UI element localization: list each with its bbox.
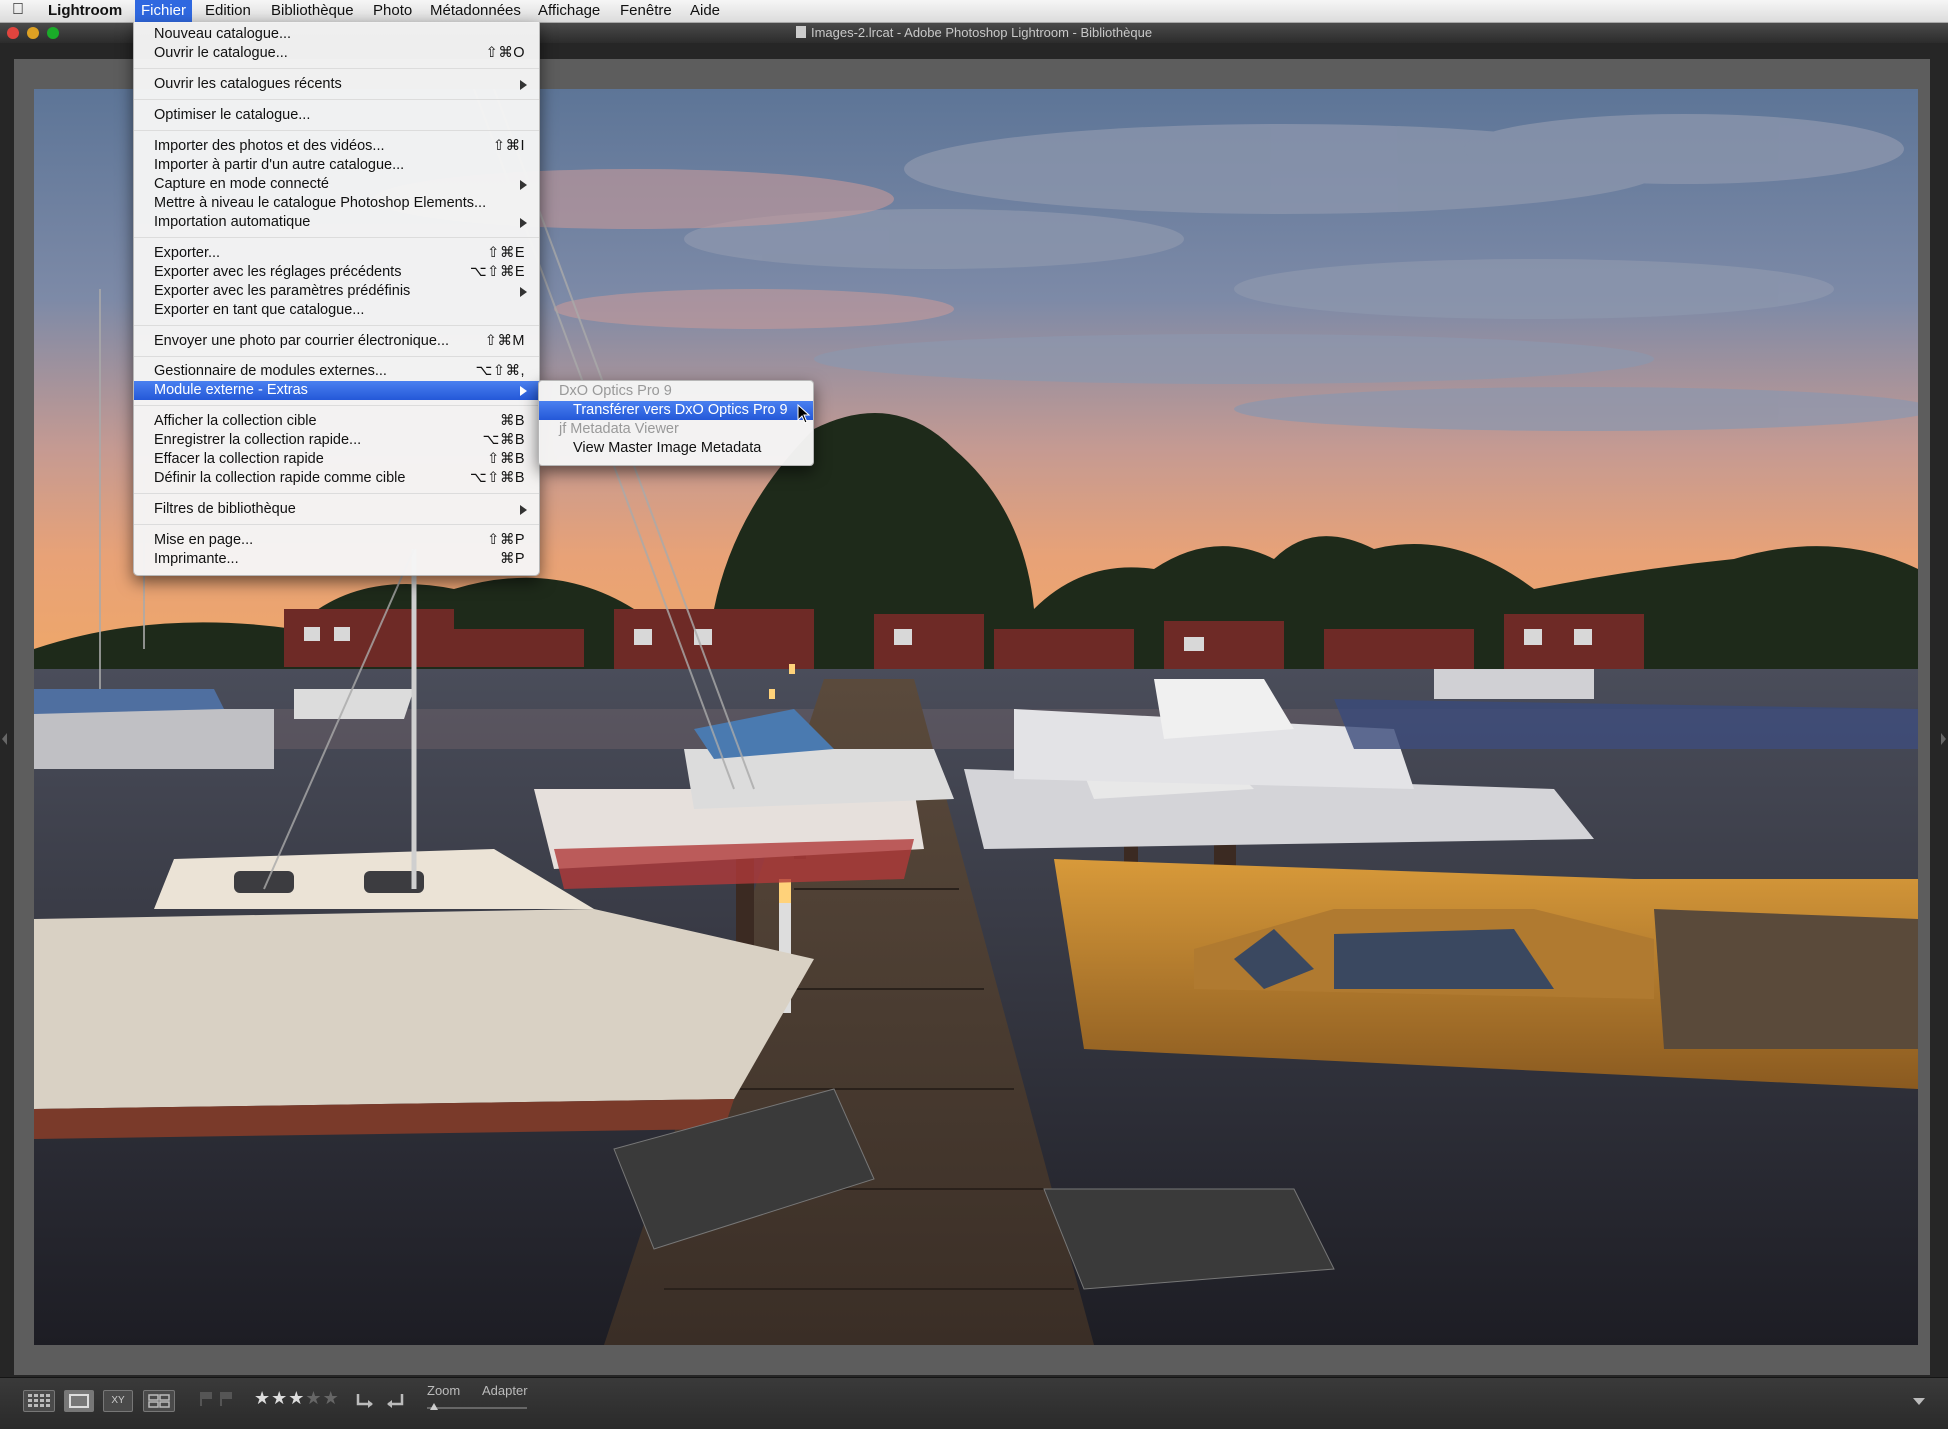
menu-item-ouvrir-catalogue[interactable]: Ouvrir le catalogue... ⇧⌘O	[134, 44, 539, 63]
rotate-right-icon[interactable]	[384, 1390, 406, 1410]
toolbar-content-dropdown-icon[interactable]	[1913, 1398, 1925, 1405]
menu-item-module-externe-extras[interactable]: Module externe - Extras	[134, 381, 539, 400]
submenu-item-transferer-dxo[interactable]: Transférer vers DxO Optics Pro 9	[539, 401, 813, 420]
grid-view-button[interactable]	[23, 1390, 55, 1412]
menu-separator	[134, 524, 539, 525]
submenu-arrow-icon	[520, 80, 527, 90]
zoom-fit-label[interactable]: Adapter	[482, 1383, 528, 1398]
menu-edition[interactable]: Edition	[199, 0, 257, 22]
menu-bibliotheque[interactable]: Bibliothèque	[265, 0, 360, 22]
survey-view-button[interactable]	[143, 1390, 175, 1412]
submenu-arrow-icon	[520, 386, 527, 396]
menu-item-exporter-parametres-predefinis[interactable]: Exporter avec les paramètres prédéfinis	[134, 282, 539, 301]
menu-separator	[134, 99, 539, 100]
loupe-view-button[interactable]	[64, 1390, 94, 1412]
submenu-arrow-icon	[520, 180, 527, 190]
rotate-left-icon[interactable]	[354, 1390, 376, 1410]
apple-icon[interactable]: 	[12, 1, 24, 19]
star-icon[interactable]: ★	[323, 1388, 340, 1408]
left-panel-toggle-icon[interactable]	[2, 733, 7, 745]
menu-fenetre[interactable]: Fenêtre	[614, 0, 678, 22]
menu-affichage[interactable]: Affichage	[532, 0, 606, 22]
zoom-label: Zoom	[427, 1383, 461, 1398]
menu-item-nouveau-catalogue[interactable]: Nouveau catalogue...	[134, 25, 539, 44]
flag-icon[interactable]	[198, 1390, 238, 1408]
document-icon	[795, 26, 806, 38]
zoom-slider-track[interactable]	[427, 1407, 527, 1409]
menu-item-importation-automatique[interactable]: Importation automatique	[134, 213, 539, 232]
menu-item-filtres-bibliotheque[interactable]: Filtres de bibliothèque	[134, 500, 539, 519]
menu-item-importer-photos[interactable]: Importer des photos et des vidéos... ⇧⌘I	[134, 137, 539, 156]
menu-item-optimiser-catalogue[interactable]: Optimiser le catalogue...	[134, 106, 539, 125]
star-icon[interactable]: ★	[288, 1388, 305, 1408]
star-rating[interactable]: ★★★★★	[254, 1388, 340, 1409]
right-panel-toggle-icon[interactable]	[1941, 733, 1946, 745]
menu-item-catalogues-recents[interactable]: Ouvrir les catalogues récents	[134, 75, 539, 94]
submenu-header-jf-metadata: jf Metadata Viewer	[559, 421, 679, 437]
menu-item-envoyer-courrier[interactable]: Envoyer une photo par courrier électroni…	[134, 332, 539, 351]
menu-separator	[134, 130, 539, 131]
menu-item-capture-mode-connecte[interactable]: Capture en mode connecté	[134, 175, 539, 194]
menu-separator	[134, 356, 539, 357]
submenu-item-view-master-metadata[interactable]: View Master Image Metadata	[539, 439, 813, 458]
submenu-arrow-icon	[520, 218, 527, 228]
grid-icon	[28, 1394, 50, 1407]
compare-view-button[interactable]: XY	[103, 1390, 133, 1412]
menu-item-importer-autre-catalogue[interactable]: Importer à partir d'un autre catalogue..…	[134, 156, 539, 175]
star-icon[interactable]: ★	[271, 1388, 288, 1408]
menu-item-imprimante[interactable]: Imprimante... ⌘P	[134, 550, 539, 569]
zoom-slider-handle[interactable]	[430, 1403, 438, 1410]
menu-separator	[134, 493, 539, 494]
menu-item-mise-en-page[interactable]: Mise en page... ⇧⌘P	[134, 531, 539, 550]
menu-separator	[134, 237, 539, 238]
submenu-arrow-icon	[520, 287, 527, 297]
star-icon[interactable]: ★	[305, 1388, 322, 1408]
menu-metadonnees[interactable]: Métadonnées	[424, 0, 527, 22]
menu-separator	[134, 405, 539, 406]
plugin-extras-submenu: DxO Optics Pro 9 Transférer vers DxO Opt…	[538, 380, 814, 466]
menu-item-enregistrer-collection-rapide[interactable]: Enregistrer la collection rapide... ⌥⌘B	[134, 431, 539, 450]
menu-photo[interactable]: Photo	[367, 0, 418, 22]
loupe-icon	[69, 1394, 89, 1408]
menu-bar:  Lightroom Fichier Edition Bibliothèque…	[0, 0, 1948, 23]
menu-item-gestionnaire-modules[interactable]: Gestionnaire de modules externes... ⌥⇧⌘,	[134, 362, 539, 381]
menu-separator	[134, 68, 539, 69]
menu-app-lightroom[interactable]: Lightroom	[42, 0, 128, 22]
menu-fichier[interactable]: Fichier	[135, 0, 193, 22]
menu-item-effacer-collection-rapide[interactable]: Effacer la collection rapide ⇧⌘B	[134, 450, 539, 469]
menu-item-exporter-reglages-precedents[interactable]: Exporter avec les réglages précédents ⌥⇧⌘…	[134, 263, 539, 282]
menu-aide[interactable]: Aide	[684, 0, 726, 22]
file-menu: Nouveau catalogue... Ouvrir le catalogue…	[133, 22, 540, 576]
menu-item-mettre-a-niveau-elements[interactable]: Mettre à niveau le catalogue Photoshop E…	[134, 194, 539, 213]
menu-separator	[134, 325, 539, 326]
survey-icon	[148, 1394, 170, 1408]
mouse-cursor-icon	[797, 404, 811, 424]
menu-item-definir-collection-rapide-cible[interactable]: Définir la collection rapide comme cible…	[134, 469, 539, 488]
submenu-arrow-icon	[520, 505, 527, 515]
menu-item-exporter-catalogue[interactable]: Exporter en tant que catalogue...	[134, 301, 539, 320]
menu-item-afficher-collection-cible[interactable]: Afficher la collection cible ⌘B	[134, 412, 539, 431]
star-icon[interactable]: ★	[254, 1388, 271, 1408]
submenu-header-dxo: DxO Optics Pro 9	[559, 383, 672, 399]
menu-item-exporter[interactable]: Exporter... ⇧⌘E	[134, 244, 539, 263]
bottom-toolbar: XY ★★★★★ Zoom Adapter	[0, 1377, 1948, 1429]
